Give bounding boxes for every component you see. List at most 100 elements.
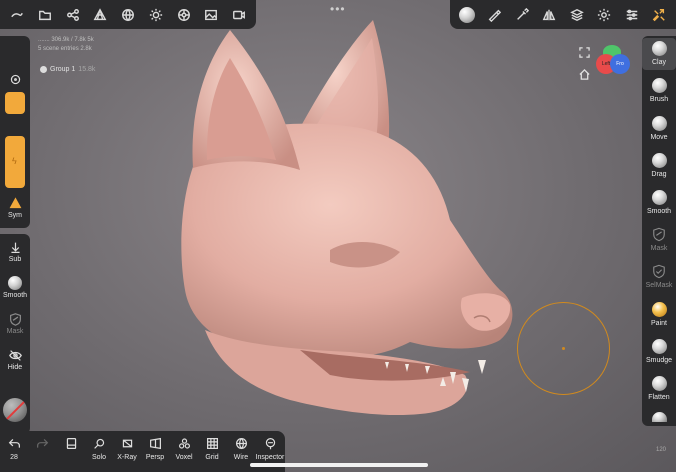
hide-button[interactable]: Hide — [0, 348, 30, 371]
frame-icon[interactable] — [579, 45, 590, 63]
home-indicator[interactable] — [250, 463, 428, 467]
tool-move-label: Move — [650, 134, 668, 141]
wire-label: Wire — [233, 454, 249, 461]
solo-label: Solo — [91, 454, 106, 461]
hide-eye-icon — [8, 348, 22, 362]
clay-icon — [651, 41, 667, 56]
settings-wheel-icon[interactable] — [173, 4, 195, 26]
tools-icon[interactable] — [648, 4, 670, 26]
symmetry-icon[interactable] — [538, 4, 560, 26]
camera-gizmo[interactable]: Left Fro — [596, 45, 632, 80]
undo-icon — [7, 437, 21, 451]
tool-move[interactable]: Move — [642, 116, 676, 141]
group-globe-icon — [40, 66, 47, 73]
scene-button[interactable] — [57, 437, 85, 454]
tool-clay-label: Clay — [651, 59, 666, 66]
sym-label: Sym — [8, 212, 22, 219]
gizmo-front[interactable]: Fro — [610, 54, 630, 74]
gear-icon[interactable] — [593, 4, 615, 26]
grid-icon — [205, 437, 219, 451]
share-nodes-icon[interactable] — [62, 4, 84, 26]
home-icon[interactable] — [579, 67, 590, 85]
target-button[interactable] — [0, 72, 30, 88]
image-icon[interactable] — [200, 4, 222, 26]
hide-label: Hide — [7, 364, 23, 371]
xray-icon — [120, 437, 134, 451]
symmetry-toggle-icon — [8, 196, 22, 210]
smooth-quick-button[interactable]: Smooth — [0, 276, 30, 299]
persp-button[interactable]: Persp — [141, 437, 169, 461]
folder-icon[interactable] — [34, 4, 56, 26]
move-icon — [651, 116, 667, 131]
tool-mask[interactable]: Mask — [642, 227, 676, 252]
target-icon — [8, 72, 22, 86]
top-left-toolbar — [0, 0, 256, 29]
bottom-toolbar: 28 Solo X-Ray Persp Voxel Grid Wire Insp… — [0, 431, 285, 472]
intensity-slider[interactable]: ϟ — [5, 136, 25, 188]
brush-stroke-icon[interactable] — [483, 4, 505, 26]
inspector-button[interactable]: Inspector — [255, 437, 285, 461]
undo-button[interactable]: 28 — [0, 437, 28, 461]
sliders-icon[interactable] — [621, 4, 643, 26]
tool-paint[interactable]: Paint — [642, 302, 676, 327]
mask-shield-icon — [8, 312, 22, 326]
tool-smudge[interactable]: Smudge — [642, 339, 676, 364]
xray-button[interactable]: X-Ray — [113, 437, 141, 461]
sub-button[interactable]: Sub — [0, 240, 30, 263]
mask-quick-button[interactable]: Mask — [0, 312, 30, 335]
persp-label: Persp — [145, 454, 165, 461]
globe-icon[interactable] — [117, 4, 139, 26]
video-icon[interactable] — [228, 4, 250, 26]
top-right-toolbar — [450, 0, 676, 29]
tool-paint-label: Paint — [651, 320, 667, 327]
tool-flatten[interactable]: Flatten — [642, 376, 676, 401]
tool-brush-label: Brush — [649, 96, 669, 103]
tool-brush[interactable]: Brush — [642, 78, 676, 103]
selmask-shield-icon — [652, 264, 666, 279]
group-label[interactable]: Group 1 15.8k — [40, 66, 95, 73]
wolf-head-sculpt — [181, 20, 513, 416]
tool-selmask[interactable]: SelMask — [642, 264, 676, 289]
inspector-icon — [263, 437, 277, 451]
tool-drag[interactable]: Drag — [642, 153, 676, 178]
redo-icon — [35, 437, 49, 451]
material-ball-icon[interactable] — [456, 4, 478, 26]
tool-clay[interactable]: Clay — [642, 38, 676, 70]
redo-button[interactable] — [28, 437, 56, 454]
sym-button[interactable]: Sym — [0, 196, 30, 219]
layers-icon[interactable] — [566, 4, 588, 26]
wire-button[interactable]: Wire — [227, 437, 255, 461]
radius-slider[interactable] — [5, 92, 25, 114]
flatten-icon — [651, 376, 667, 391]
more-options-dots[interactable]: ••• — [330, 2, 346, 16]
solo-button[interactable]: Solo — [85, 437, 113, 461]
voxel-label: Voxel — [175, 454, 193, 461]
tool-drag-label: Drag — [651, 171, 667, 178]
down-arrow-icon — [8, 240, 22, 254]
lightning-icon: ϟ — [12, 156, 17, 166]
eyedropper-icon[interactable] — [511, 4, 533, 26]
tool-flatten-label: Flatten — [648, 394, 670, 401]
smooth-label: Smooth — [2, 292, 28, 299]
tool-mask-label: Mask — [650, 245, 668, 252]
smudge-icon — [651, 339, 667, 354]
material-preview-ball[interactable] — [3, 398, 27, 422]
grid-button[interactable]: Grid — [198, 437, 226, 461]
more-tool-icon — [651, 412, 667, 422]
menu-icon[interactable] — [6, 4, 28, 26]
scene-info: ....... 306.9k / 7.8k 5k 5 scene entries… — [38, 36, 94, 54]
right-tools-panel: Clay Brush Move Drag Smooth Mask SelMask… — [642, 36, 676, 426]
drag-icon — [651, 153, 667, 168]
tool-smooth[interactable]: Smooth — [642, 190, 676, 215]
perspective-icon — [148, 437, 162, 451]
solo-search-icon — [92, 437, 106, 451]
document-icon — [64, 437, 78, 451]
smooth-icon — [651, 190, 667, 205]
tool-smudge-label: Smudge — [645, 357, 673, 364]
voxel-icon — [177, 437, 191, 451]
tool-selmask-label: SelMask — [645, 282, 673, 289]
mesh-icon[interactable] — [89, 4, 111, 26]
voxel-button[interactable]: Voxel — [170, 437, 198, 461]
light-icon[interactable] — [145, 4, 167, 26]
tool-more[interactable] — [642, 412, 676, 425]
